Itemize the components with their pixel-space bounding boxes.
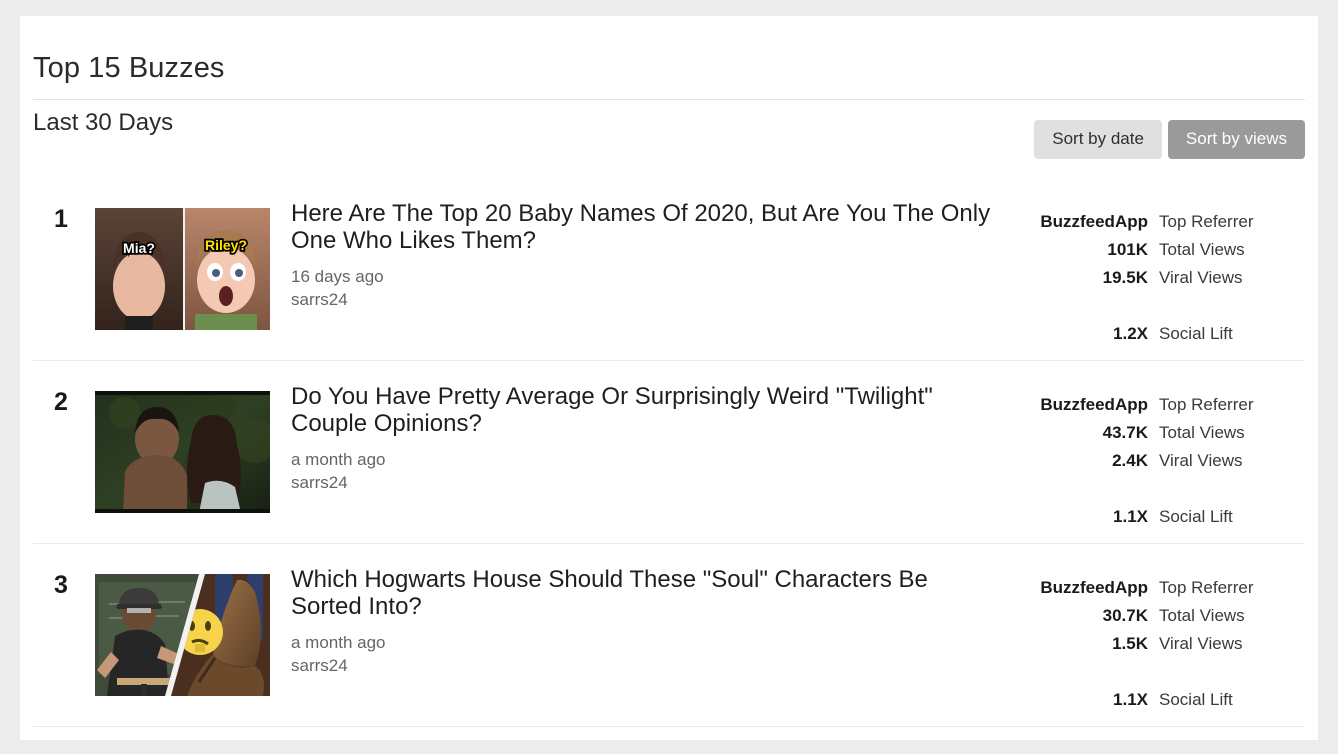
buzz-details: Here Are The Top 20 Baby Names Of 2020, …: [291, 200, 1001, 312]
stat-label: Social Lift: [1159, 690, 1233, 709]
buzz-stats: BuzzfeedApp Top Referrer 30.7K Total Vie…: [1015, 574, 1305, 714]
stat-value: 1.2X: [1113, 324, 1148, 343]
buzz-list: 1 Mia? Mia? Riley? Riley? Here Are The T…: [20, 178, 1318, 727]
stat-value: 30.7K: [1102, 606, 1148, 625]
stat-top-referrer: BuzzfeedApp Top Referrer: [1015, 391, 1305, 419]
stat-value: 43.7K: [1102, 423, 1148, 442]
title-divider: [33, 99, 1305, 100]
stat-value: 2.4K: [1112, 451, 1148, 470]
top-buzzes-panel: Top 15 Buzzes Last 30 Days Sort by date …: [20, 16, 1318, 740]
buzz-stats: BuzzfeedApp Top Referrer 101K Total View…: [1015, 208, 1305, 348]
buzz-title-link[interactable]: Which Hogwarts House Should These "Soul"…: [291, 566, 1001, 620]
stat-value: 1.5K: [1112, 634, 1148, 653]
stat-value: BuzzfeedApp: [1040, 578, 1148, 597]
stat-spacer: [1015, 475, 1305, 503]
buzz-thumbnail[interactable]: [95, 391, 270, 513]
buzz-author-link[interactable]: sarrs24: [291, 655, 1001, 678]
thumbnail-art: Mia? Mia? Riley? Riley?: [95, 208, 270, 330]
rank-number: 1: [54, 205, 68, 233]
buzz-details: Which Hogwarts House Should These "Soul"…: [291, 566, 1001, 678]
buzz-title-link[interactable]: Do You Have Pretty Average Or Surprising…: [291, 383, 1001, 437]
row-divider: [33, 726, 1305, 727]
stat-total-views: 30.7K Total Views: [1015, 602, 1305, 630]
stat-value: 19.5K: [1102, 268, 1148, 287]
buzz-age: a month ago: [291, 450, 386, 470]
stat-viral-views: 2.4K Viral Views: [1015, 447, 1305, 475]
stat-social-lift: 1.1X Social Lift: [1015, 686, 1305, 714]
buzz-meta: a month ago sarrs24: [291, 449, 1001, 495]
rank-number: 3: [54, 571, 68, 599]
stat-total-views: 43.7K Total Views: [1015, 419, 1305, 447]
buzz-age: a month ago: [291, 633, 386, 653]
stat-label: Total Views: [1159, 240, 1245, 259]
stat-total-views: 101K Total Views: [1015, 236, 1305, 264]
buzz-title-link[interactable]: Here Are The Top 20 Baby Names Of 2020, …: [291, 200, 1001, 254]
stat-spacer: [1015, 292, 1305, 320]
page-title: Top 15 Buzzes: [33, 52, 225, 84]
buzz-row[interactable]: 3 Which Hogwarts House Should These "Sou…: [20, 544, 1318, 727]
thumbnail-art: [95, 574, 270, 696]
svg-text:Riley?: Riley?: [205, 237, 247, 253]
stat-top-referrer: BuzzfeedApp Top Referrer: [1015, 208, 1305, 236]
buzz-thumbnail[interactable]: Mia? Mia? Riley? Riley?: [95, 208, 270, 330]
stat-label: Top Referrer: [1159, 578, 1254, 597]
stat-label: Top Referrer: [1159, 395, 1254, 414]
stat-viral-views: 1.5K Viral Views: [1015, 630, 1305, 658]
sort-by-views-button[interactable]: Sort by views: [1167, 120, 1305, 159]
stat-label: Viral Views: [1159, 634, 1243, 653]
date-range-label: Last 30 Days: [33, 109, 174, 136]
stat-label: Top Referrer: [1159, 212, 1254, 231]
buzz-row[interactable]: 1 Mia? Mia? Riley? Riley? Here Are The T…: [20, 178, 1318, 361]
buzz-author-link[interactable]: sarrs24: [291, 472, 1001, 495]
thumbnail-art: [95, 391, 270, 513]
stat-value: 1.1X: [1113, 690, 1148, 709]
rank-number: 2: [54, 388, 68, 416]
stat-spacer: [1015, 658, 1305, 686]
stat-label: Viral Views: [1159, 451, 1243, 470]
stat-label: Social Lift: [1159, 324, 1233, 343]
buzz-details: Do You Have Pretty Average Or Surprising…: [291, 383, 1001, 495]
buzz-author-link[interactable]: sarrs24: [291, 289, 1001, 312]
sort-by-date-button[interactable]: Sort by date: [1034, 120, 1162, 159]
buzz-age: 16 days ago: [291, 267, 384, 287]
stat-social-lift: 1.2X Social Lift: [1015, 320, 1305, 348]
stat-value: 1.1X: [1113, 507, 1148, 526]
buzz-meta: a month ago sarrs24: [291, 632, 1001, 678]
buzz-row[interactable]: 2 Do You Have Pretty Average Or Surprisi…: [20, 361, 1318, 544]
stat-social-lift: 1.1X Social Lift: [1015, 503, 1305, 531]
stat-label: Social Lift: [1159, 507, 1233, 526]
stat-viral-views: 19.5K Viral Views: [1015, 264, 1305, 292]
buzz-stats: BuzzfeedApp Top Referrer 43.7K Total Vie…: [1015, 391, 1305, 531]
buzz-thumbnail[interactable]: [95, 574, 270, 696]
stat-value: BuzzfeedApp: [1040, 395, 1148, 414]
stat-value: 101K: [1107, 240, 1148, 259]
stat-value: BuzzfeedApp: [1040, 212, 1148, 231]
svg-text:Mia?: Mia?: [123, 240, 155, 256]
stat-label: Viral Views: [1159, 268, 1243, 287]
stat-label: Total Views: [1159, 606, 1245, 625]
stat-top-referrer: BuzzfeedApp Top Referrer: [1015, 574, 1305, 602]
stat-label: Total Views: [1159, 423, 1245, 442]
buzz-meta: 16 days ago sarrs24: [291, 266, 1001, 312]
sort-controls: Sort by date Sort by views: [1034, 120, 1305, 159]
